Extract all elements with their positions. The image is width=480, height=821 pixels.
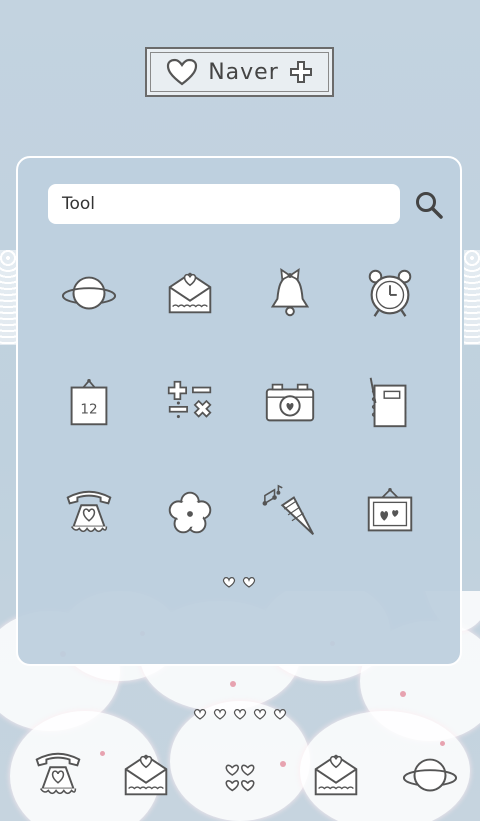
search-field[interactable]: Tool — [48, 184, 400, 224]
envelope-heart-icon — [124, 754, 168, 796]
planet-icon — [402, 758, 458, 792]
app-envelope[interactable] — [140, 243, 240, 343]
dock-email[interactable] — [286, 745, 386, 805]
app-drawer-hearts-icon — [225, 764, 255, 792]
app-calendar[interactable]: 12 — [39, 353, 139, 453]
page-dot-heart-icon — [213, 709, 227, 720]
music-cone-icon — [262, 484, 315, 535]
camera-icon — [265, 383, 315, 422]
notebook-icon — [369, 377, 407, 428]
app-telephone[interactable] — [39, 463, 139, 563]
folder-page-indicator — [18, 576, 460, 588]
envelope-heart-icon — [168, 272, 212, 314]
lace-decoration — [0, 250, 16, 345]
heart-icon — [167, 58, 198, 86]
home-page-indicator — [0, 708, 480, 720]
naver-shortcut-widget[interactable]: Naver — [145, 47, 334, 97]
dock-app-drawer[interactable] — [190, 745, 290, 805]
app-camera[interactable] — [240, 353, 340, 453]
calendar-date: 12 — [80, 402, 97, 418]
folder-panel: Tool 12 — [16, 156, 462, 666]
page-dot-heart-icon — [273, 709, 287, 720]
app-notebook[interactable] — [340, 353, 440, 453]
envelope-heart-icon — [314, 754, 358, 796]
bell-bow-icon — [270, 268, 310, 317]
plus-icon — [289, 61, 312, 83]
app-planet[interactable] — [39, 243, 139, 343]
flower-icon — [168, 491, 212, 534]
page-dot-heart-icon — [253, 709, 267, 720]
telephone-icon — [35, 752, 81, 795]
app-alarm-clock[interactable] — [340, 243, 440, 343]
app-calculator[interactable] — [140, 353, 240, 453]
search-icon[interactable] — [414, 190, 444, 220]
dock-browser[interactable] — [380, 745, 480, 805]
page-dot-heart-icon — [242, 577, 256, 588]
page-dot-heart-icon — [222, 577, 236, 588]
dock — [0, 745, 480, 805]
calculator-icon — [167, 380, 212, 419]
search-field-text: Tool — [62, 194, 96, 214]
page-dot-heart-icon — [193, 709, 207, 720]
app-music[interactable] — [240, 463, 340, 563]
picture-frame-icon — [367, 488, 413, 532]
telephone-icon — [66, 490, 112, 533]
dock-phone[interactable] — [8, 745, 108, 805]
app-gallery[interactable] — [340, 463, 440, 563]
page-dot-heart-icon — [233, 709, 247, 720]
lace-decoration — [464, 250, 480, 345]
planet-icon — [61, 276, 117, 310]
naver-label: Naver — [208, 59, 279, 85]
dock-messages[interactable] — [96, 745, 196, 805]
calendar-icon: 12 — [70, 379, 108, 426]
app-flower[interactable] — [140, 463, 240, 563]
app-bell[interactable] — [240, 243, 340, 343]
alarm-clock-icon — [368, 269, 412, 317]
